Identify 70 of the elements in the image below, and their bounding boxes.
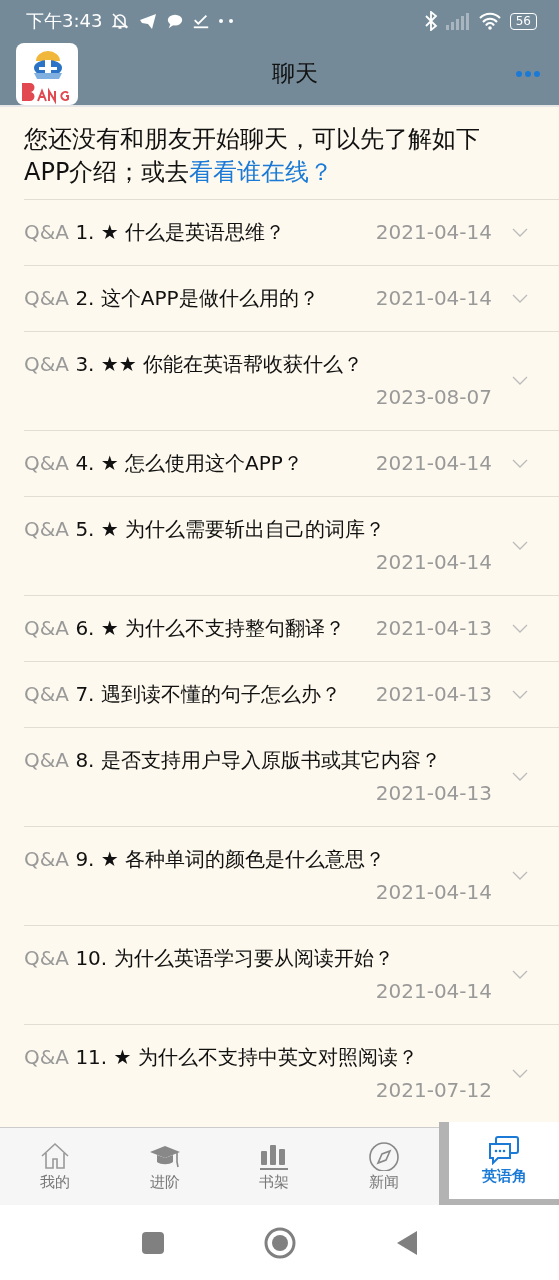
chevron-down-icon (512, 1069, 528, 1079)
faq-item[interactable]: Q&A 1. ★ 什么是英语思维？ 2021-04-14 (24, 199, 559, 265)
tab-label: 英语角 (481, 1167, 527, 1186)
question-title: Q&A 2. 这个APP是做什么用的？ (24, 285, 319, 312)
tab-label: 进阶 (149, 1173, 180, 1192)
faq-item[interactable]: Q&A 5. ★ 为什么需要斩出自己的词库？ 2021-04-14 (24, 496, 559, 595)
tab-label: 新闻 (369, 1173, 400, 1192)
faq-item[interactable]: Q&A 2. 这个APP是做什么用的？ 2021-04-14 (24, 265, 559, 331)
online-link[interactable]: 看看谁在线？ (189, 158, 334, 186)
question-title: Q&A 11. ★ 为什么不支持中英文对照阅读？ (24, 1044, 418, 1071)
tab-label: 我的 (39, 1173, 70, 1192)
question-date: 2021-04-14 (375, 450, 492, 477)
tab[interactable]: 英语角 (439, 1122, 559, 1205)
question-title: Q&A 9. ★ 各种单词的颜色是什么意思？ (24, 846, 386, 873)
send-icon (138, 11, 159, 31)
tab[interactable]: 进阶 (109, 1128, 220, 1205)
question-date: 2023-08-07 (375, 384, 492, 411)
tab[interactable]: 我的 (0, 1128, 110, 1205)
question-title: Q&A 8. 是否支持用户导入原版书或其它内容？ (24, 747, 441, 774)
tab[interactable]: 新闻 (329, 1128, 440, 1205)
check-icon (192, 12, 211, 30)
question-date: 2021-07-12 (375, 1077, 492, 1104)
message-icon (166, 12, 185, 30)
chevron-down-icon (512, 293, 528, 304)
question-date: 2021-04-13 (375, 615, 492, 642)
chevron-down-icon (512, 970, 528, 980)
question-title: Q&A 10. 为什么英语学习要从阅读开始？ (24, 945, 394, 972)
compass-icon (368, 1141, 401, 1171)
question-date: 2021-04-14 (375, 978, 492, 1005)
bluetooth-icon (423, 11, 438, 31)
faq-item[interactable]: Q&A 8. 是否支持用户导入原版书或其它内容？ 2021-04-13 (24, 727, 559, 826)
tab[interactable]: 书架 (219, 1128, 330, 1205)
chevron-down-icon (512, 772, 528, 782)
question-title: Q&A 7. 遇到读不懂的句子怎么办？ (24, 681, 341, 708)
question-title: Q&A 6. ★ 为什么不支持整句翻译？ (24, 615, 346, 642)
question-date: 2021-04-13 (375, 780, 492, 807)
question-date: 2021-04-14 (375, 285, 492, 312)
chevron-down-icon (512, 376, 528, 386)
chevron-down-icon (512, 541, 528, 551)
chat-bubbles-icon (488, 1135, 521, 1165)
page-title: 聊天 (270, 59, 319, 88)
wifi-icon (477, 12, 502, 30)
status-time: 下午3:43 (26, 9, 103, 33)
signal-icon (445, 12, 470, 30)
faq-item[interactable]: Q&A 4. ★ 怎么使用这个APP？ 2021-04-14 (24, 430, 559, 496)
faq-item[interactable]: Q&A 3. ★★ 你能在英语帮收获什么？ 2023-08-07 (24, 331, 559, 430)
faq-item[interactable]: Q&A 6. ★ 为什么不支持整句翻译？ 2021-04-13 (24, 595, 559, 661)
battery-indicator: 56 (509, 12, 537, 30)
question-title: Q&A 3. ★★ 你能在英语帮收获什么？ (24, 351, 364, 378)
chevron-down-icon (512, 227, 528, 238)
intro-text: 您还没有和朋友开始聊天，可以先了解如下APP介绍；或去看看谁在线？ (24, 124, 481, 188)
question-date: 2021-04-14 (375, 219, 492, 246)
faq-item[interactable]: Q&A 9. ★ 各种单词的颜色是什么意思？ 2021-04-14 (24, 826, 559, 925)
more-dots-icon (218, 18, 235, 24)
chevron-down-icon (512, 458, 528, 469)
chevron-down-icon (512, 623, 528, 634)
bell-off-icon (110, 11, 131, 31)
question-title: Q&A 1. ★ 什么是英语思维？ (24, 219, 286, 246)
question-date: 2021-04-14 (375, 879, 492, 906)
question-title: Q&A 4. ★ 怎么使用这个APP？ (24, 450, 303, 477)
chevron-down-icon (512, 689, 528, 700)
chevron-down-icon (512, 871, 528, 881)
question-date: 2021-04-14 (375, 549, 492, 576)
more-icon (515, 69, 541, 78)
app-logo (16, 42, 78, 105)
faq-item[interactable]: Q&A 10. 为什么英语学习要从阅读开始？ 2021-04-14 (24, 925, 559, 1024)
tab-label: 书架 (259, 1173, 290, 1192)
question-title: Q&A 5. ★ 为什么需要斩出自己的词库？ (24, 516, 386, 543)
faq-item[interactable]: Q&A 7. 遇到读不懂的句子怎么办？ 2021-04-13 (24, 661, 559, 727)
question-date: 2021-04-13 (375, 681, 492, 708)
